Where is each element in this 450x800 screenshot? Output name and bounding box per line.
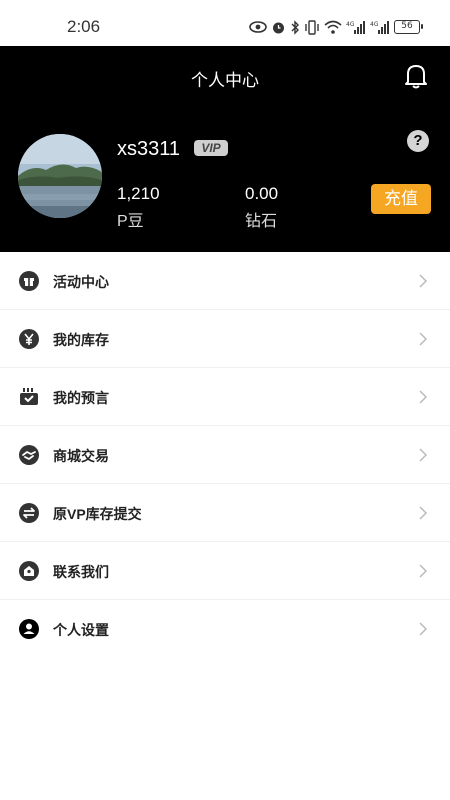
menu-item-my-predictions[interactable]: 我的预言 bbox=[0, 368, 450, 426]
alarm-icon bbox=[273, 22, 284, 33]
signal-icon: 4G bbox=[346, 20, 365, 34]
exchange-icon bbox=[19, 503, 39, 523]
menu-item-label: 联系我们 bbox=[53, 564, 109, 580]
menu-item-label: 商城交易 bbox=[53, 448, 109, 464]
recharge-button[interactable]: 充值 bbox=[371, 184, 431, 214]
menu-item-personal-settings[interactable]: 个人设置 bbox=[0, 600, 450, 658]
avatar-landscape-image bbox=[18, 134, 102, 218]
avatar[interactable] bbox=[18, 134, 102, 218]
vip-badge: VIP bbox=[194, 140, 228, 156]
battery-icon: 56 bbox=[394, 20, 423, 34]
menu-item-contact-us[interactable]: 联系我们 bbox=[0, 542, 450, 600]
menu-item-label: 我的预言 bbox=[53, 390, 109, 406]
handshake-icon bbox=[19, 445, 39, 465]
bluetooth-icon bbox=[291, 19, 299, 35]
chevron-right-icon bbox=[419, 564, 428, 578]
username: xs3311 bbox=[117, 138, 181, 160]
menu-item-vp-inventory-submit[interactable]: 原VP库存提交 bbox=[0, 484, 450, 542]
vibrate-icon bbox=[305, 19, 319, 35]
diamonds-label: 钻石 bbox=[245, 213, 278, 230]
menu-item-label: 个人设置 bbox=[53, 622, 109, 638]
chevron-right-icon bbox=[419, 390, 428, 404]
bell-icon[interactable] bbox=[403, 62, 429, 90]
menu-item-label: 活动中心 bbox=[53, 274, 109, 290]
diamonds-value: 0.00 bbox=[245, 184, 279, 203]
help-icon[interactable]: ? bbox=[407, 130, 429, 152]
menu-list: 活动中心 我的库存 我的预言 商城交易 原VP库存提交 联系我们 个人设置 bbox=[0, 252, 450, 658]
yen-icon bbox=[19, 329, 39, 349]
beans-label: P豆 bbox=[117, 213, 144, 230]
signal-icon-2: 4G bbox=[370, 20, 389, 34]
menu-item-mall-trade[interactable]: 商城交易 bbox=[0, 426, 450, 484]
menu-item-label: 原VP库存提交 bbox=[53, 506, 142, 522]
menu-item-label: 我的库存 bbox=[53, 332, 109, 348]
status-icons: 4G 4G 56 bbox=[249, 17, 423, 37]
page-title: 个人中心 bbox=[191, 71, 259, 90]
profile-header: 个人中心 ? xs3311 VIP 1,210 P豆 0.00 钻石 充值 bbox=[0, 46, 450, 252]
chevron-right-icon bbox=[419, 274, 428, 288]
user-icon bbox=[19, 619, 39, 639]
chevron-right-icon bbox=[419, 622, 428, 636]
gift-icon bbox=[19, 271, 39, 291]
chevron-right-icon bbox=[419, 448, 428, 462]
contact-icon bbox=[19, 561, 39, 581]
prediction-icon bbox=[20, 388, 38, 405]
status-bar: 2:06 4G 4G 56 bbox=[0, 0, 450, 46]
status-time: 2:06 bbox=[67, 17, 101, 36]
menu-item-activity-center[interactable]: 活动中心 bbox=[0, 252, 450, 310]
beans-value: 1,210 bbox=[117, 184, 160, 203]
svg-text:4G: 4G bbox=[346, 21, 355, 28]
wifi-icon bbox=[324, 20, 342, 34]
chevron-right-icon bbox=[419, 506, 428, 520]
chevron-right-icon bbox=[419, 332, 428, 346]
menu-item-my-inventory[interactable]: 我的库存 bbox=[0, 310, 450, 368]
svg-text:4G: 4G bbox=[370, 21, 379, 28]
eye-icon bbox=[249, 21, 267, 33]
